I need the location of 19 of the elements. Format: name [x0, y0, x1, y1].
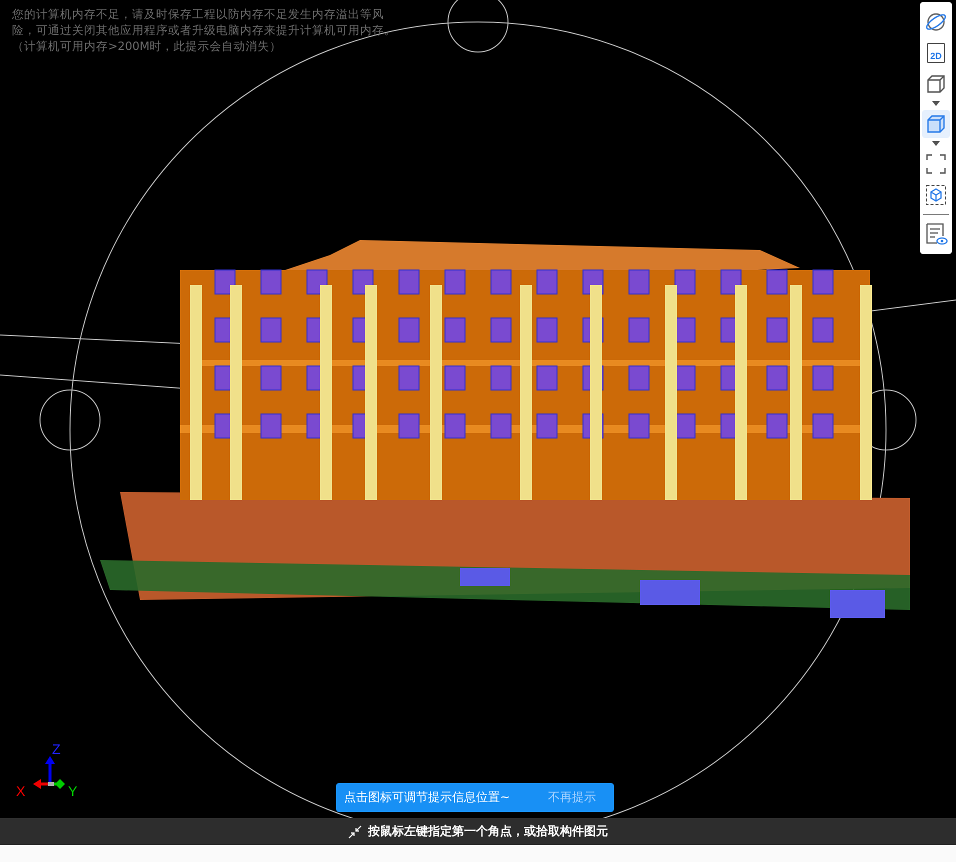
caret-icon[interactable] [932, 101, 940, 107]
tooltip-text[interactable]: 点击图标可调节提示信息位置~ [344, 789, 510, 806]
caret-icon[interactable] [932, 141, 940, 147]
orbit-icon [924, 11, 948, 33]
status-text: 按鼠标左键指定第一个角点，或拾取构件图元 [368, 823, 608, 840]
y-axis-label: Y [68, 784, 78, 798]
cube-icon [925, 73, 947, 95]
cube-view-button[interactable] [922, 110, 950, 138]
list-view-icon [924, 222, 948, 246]
collapse-arrows-icon[interactable] [348, 824, 362, 838]
x-axis-label: X [16, 784, 26, 798]
dont-show-again-link[interactable]: 不再提示 [548, 789, 596, 806]
z-axis-label: Z [52, 742, 61, 756]
boxed-cube-icon [925, 184, 947, 206]
fit-view-icon [925, 153, 947, 175]
3d-viewport[interactable]: 您的计算机内存不足，请及时保存工程以防内存不足发生内存溢出等风险，可通过关闭其他应用程序或者升级电脑内存来提升计算机可用内存。（计算机可用内存>200M时，此提示会自动消失） 2D Z X Y 点击图标可调节提示信息位置~ 不再提示 [0, 0, 956, 818]
cube-icon [925, 113, 947, 135]
2d-view-button[interactable]: 2D [922, 39, 950, 67]
memory-warning-text: 您的计算机内存不足，请及时保存工程以防内存不足发生内存溢出等风险，可通过关闭其他应用程序或者升级电脑内存来提升计算机可用内存。（计算机可用内存>200M时，此提示会自动消失） [12, 6, 397, 54]
